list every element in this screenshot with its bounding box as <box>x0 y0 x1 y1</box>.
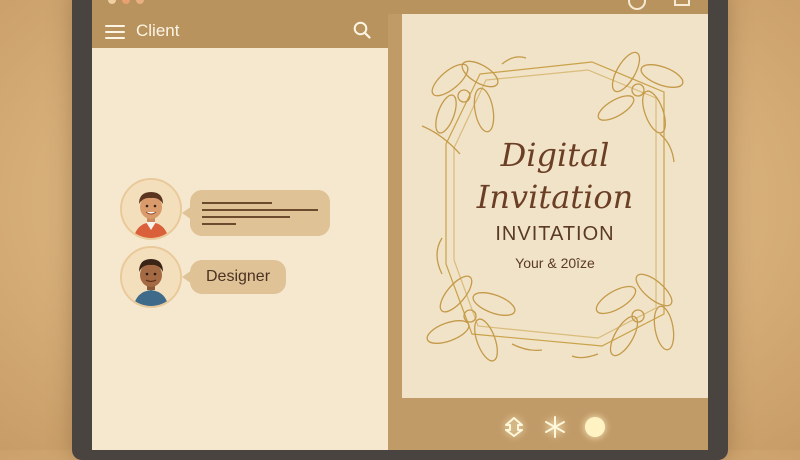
window-dot-2[interactable] <box>122 0 130 4</box>
invitation-card[interactable]: Digital Invitation INVITATION Your & 20î… <box>402 14 708 398</box>
designer-avatar[interactable] <box>120 246 182 308</box>
pane-divider[interactable] <box>388 14 402 450</box>
designer-label: Designer <box>205 268 271 285</box>
window-dot-3[interactable] <box>136 0 144 4</box>
trash-icon[interactable] <box>674 0 690 6</box>
client-avatar[interactable] <box>120 178 182 240</box>
app-screen: Client Designer Digital Invitation INVIT… <box>92 0 708 450</box>
invitation-subtitle: INVITATION <box>495 223 615 245</box>
client-message-bubble[interactable] <box>190 190 330 236</box>
chat-title: Client <box>136 21 180 40</box>
chat-header: Client <box>92 14 388 48</box>
star-icon[interactable] <box>544 416 566 438</box>
window-dot-1[interactable] <box>108 0 116 4</box>
invitation-tagline: Your & 20îze <box>515 255 595 271</box>
invitation-title-line1: Digital <box>500 136 610 174</box>
share-icon[interactable] <box>503 416 525 438</box>
circle-icon[interactable] <box>584 416 606 438</box>
designer-message-bubble[interactable]: Designer <box>190 260 286 294</box>
window-top-bar <box>92 0 708 14</box>
hamburger-menu-icon[interactable] <box>105 25 125 39</box>
chat-pane: Client Designer <box>92 14 388 450</box>
flower-bottom-right <box>571 273 675 359</box>
invitation-title-line2: Invitation <box>476 178 634 216</box>
profile-icon[interactable] <box>628 0 646 10</box>
search-icon[interactable] <box>353 21 371 39</box>
